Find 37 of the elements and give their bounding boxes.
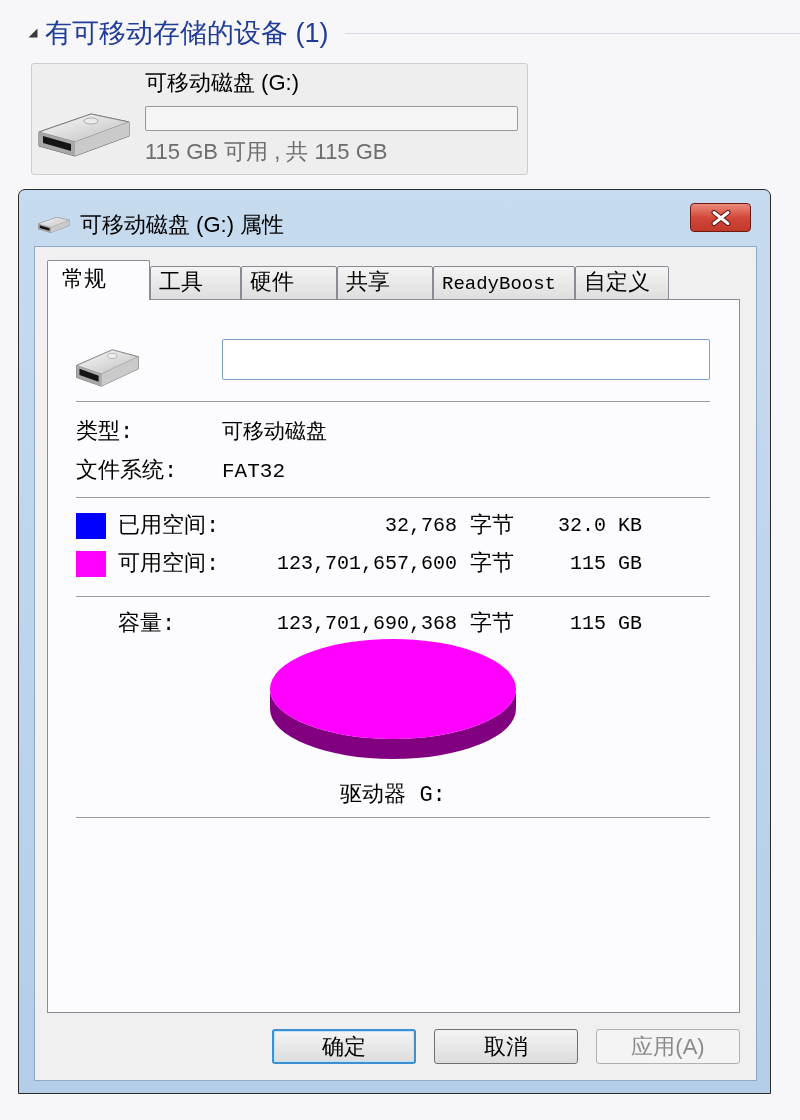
byte-count: 123,701,657,600: [275, 551, 457, 577]
close-button[interactable]: [690, 203, 751, 232]
tab[interactable]: 自定义: [575, 266, 669, 300]
byte-count: 32,768: [384, 513, 457, 539]
space-label: 已用空间:: [118, 512, 221, 541]
size-value: 32.0 KB: [557, 513, 642, 539]
tab[interactable]: 硬件: [241, 266, 337, 300]
byte-unit: 字节: [470, 512, 515, 541]
byte-count: 123,701,690,368: [275, 611, 457, 637]
byte-unit: 字节: [470, 550, 515, 579]
property-value: FAT32: [222, 458, 285, 485]
drive-icon: [38, 113, 130, 157]
tab[interactable]: 工具: [150, 266, 241, 300]
dialog-button[interactable]: 取消: [434, 1029, 578, 1064]
tab[interactable]: 常规: [47, 260, 150, 300]
drive-icon: [76, 349, 139, 387]
section-title: 有可移动存储的设备 (1): [45, 17, 329, 50]
dialog-button[interactable]: 确定: [272, 1029, 416, 1064]
size-value: 115 GB: [569, 551, 642, 577]
name-field[interactable]: [222, 339, 710, 380]
drive-tile[interactable]: 可移动磁盘 (G:) 115 GB 可用 , 共 115 GB: [31, 63, 528, 175]
capacity-label: 容量:: [118, 610, 177, 639]
collapse-icon[interactable]: [28, 28, 38, 38]
drive-icon: [38, 217, 70, 233]
dialog-title: 可移动磁盘 (G:) 属性: [80, 212, 285, 238]
close-icon: [709, 209, 732, 226]
drive-label: 驱动器 G:: [340, 781, 446, 810]
tab[interactable]: ReadyBoost: [433, 266, 575, 300]
size-value: 115 GB: [569, 611, 642, 637]
property-value: 可移动磁盘: [222, 419, 327, 446]
property-label: 类型:: [76, 419, 135, 447]
drive-name: 可移动磁盘 (G:): [145, 71, 300, 95]
space-label: 可用空间:: [118, 550, 221, 579]
tab[interactable]: 共享: [337, 266, 433, 300]
property-label: 文件系统:: [76, 457, 179, 486]
byte-unit: 字节: [470, 610, 515, 639]
space-summary: 115 GB 可用 , 共 115 GB: [145, 139, 389, 165]
